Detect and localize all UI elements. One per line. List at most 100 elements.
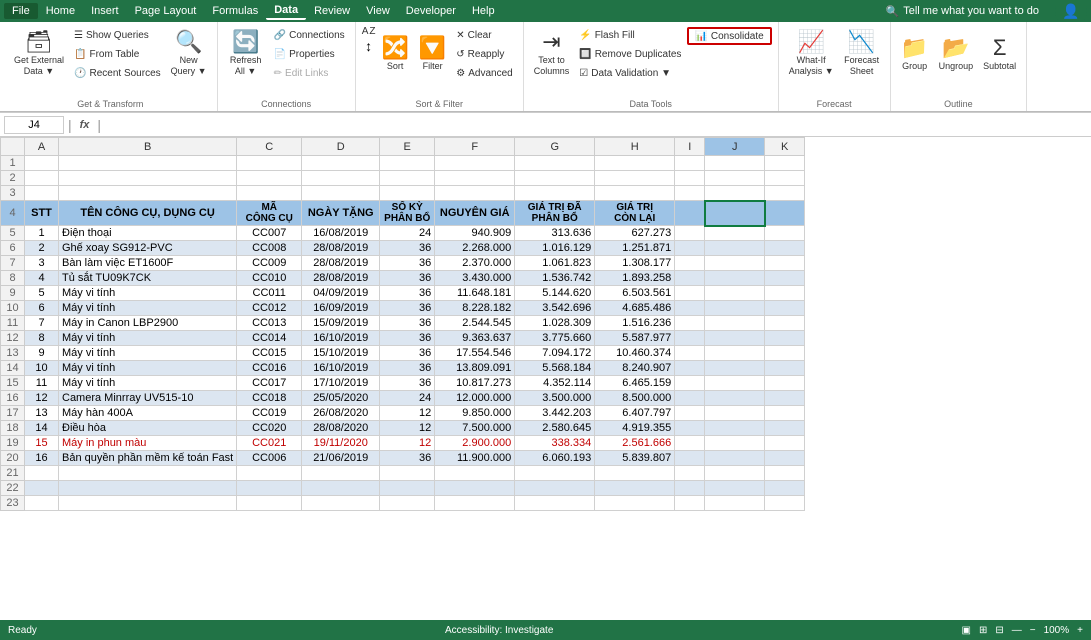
formula-bar: | fx | [0, 113, 1091, 137]
formula-input[interactable] [105, 119, 1087, 131]
table-row: 1612Camera Minrray UV515-10CC01825/05/20… [1, 391, 805, 406]
menu-page-layout[interactable]: Page Layout [127, 3, 205, 19]
col-header-g[interactable]: G [515, 138, 595, 156]
reapply-icon: ↺ [456, 49, 464, 60]
menu-developer[interactable]: Developer [398, 3, 464, 19]
group-button[interactable]: 📁 Group [897, 26, 933, 82]
col-header-b[interactable]: B [59, 138, 237, 156]
status-accessibility: Accessibility: Investigate [445, 625, 553, 636]
subtotal-button[interactable]: Σ Subtotal [979, 26, 1020, 82]
header-gia-tri-da[interactable]: GIÁ TRỊ ĐÃPHÂN BỔ [515, 201, 595, 226]
group-get-transform: 🗃 Get ExternalData ▼ ☰ Show Queries 📋 Fr… [4, 22, 218, 111]
status-ready: Ready [8, 625, 37, 636]
sort-button[interactable]: 🔀 Sort [377, 26, 412, 82]
col-header-a[interactable]: A [25, 138, 59, 156]
menu-formulas[interactable]: Formulas [204, 3, 266, 19]
consolidate-icon: 📊 [695, 31, 707, 42]
new-query-button[interactable]: 🔍 NewQuery ▼ [167, 26, 211, 82]
menu-review[interactable]: Review [306, 3, 358, 19]
sort-icon: 🔀 [381, 37, 408, 59]
group-forecast-label: Forecast [779, 99, 890, 109]
menu-help[interactable]: Help [464, 3, 503, 19]
table-row: 1814Điều hòaCC02028/08/2020127.500.0002.… [1, 421, 805, 436]
col-header-i[interactable]: I [675, 138, 705, 156]
menu-file[interactable]: File [4, 3, 38, 19]
what-if-analysis-button[interactable]: 📈 What-IfAnalysis ▼ [785, 26, 838, 82]
menu-insert[interactable]: Insert [83, 3, 127, 19]
page-layout-icon[interactable]: ⊞ [979, 625, 987, 636]
connections-icon: 🔗 [274, 30, 286, 41]
group-sort-filter: A Z ↕ 🔀 Sort 🔽 Filter ✕ Clear [356, 22, 524, 111]
flash-fill-icon: ⚡ [579, 30, 591, 41]
group-data-tools: ⇥ Text toColumns ⚡ Flash Fill 🔲 Remove D… [524, 22, 779, 111]
status-bar: Ready Accessibility: Investigate ▣ ⊞ ⊟ —… [0, 620, 1091, 640]
table-row: 23 [1, 496, 805, 511]
menu-view[interactable]: View [358, 3, 398, 19]
header-ma[interactable]: MÃCÔNG CỤ [237, 201, 302, 226]
forecast-sheet-button[interactable]: 📉 ForecastSheet [840, 26, 884, 82]
header-nguyen-gia[interactable]: NGUYÊN GIÁ [435, 201, 515, 226]
text-to-columns-button[interactable]: ⇥ Text toColumns [530, 26, 574, 82]
normal-view-icon[interactable]: ▣ [961, 625, 970, 636]
col-header-j[interactable]: J [705, 138, 765, 156]
search-icon: 🔍 [886, 5, 900, 18]
show-queries-button[interactable]: ☰ Show Queries [70, 26, 165, 44]
table-row: 1 [1, 156, 805, 171]
data-validation-button[interactable]: ☑ Data Validation ▼ [575, 64, 685, 82]
table-row: 106Máy vi tínhCC01216/09/2019368.228.182… [1, 301, 805, 316]
group-sort-filter-label: Sort & Filter [356, 99, 523, 109]
properties-button[interactable]: 📄 Properties [270, 45, 349, 63]
flash-fill-button[interactable]: ⚡ Flash Fill [575, 26, 685, 44]
ungroup-icon: 📂 [942, 37, 969, 59]
ungroup-button[interactable]: 📂 Ungroup [935, 26, 978, 82]
ribbon: 🗃 Get ExternalData ▼ ☰ Show Queries 📋 Fr… [0, 22, 1091, 113]
menu-data[interactable]: Data [266, 2, 306, 20]
table-row: 1511Máy vi tínhCC01717/10/20193610.817.2… [1, 376, 805, 391]
zoom-in-icon[interactable]: + [1077, 625, 1083, 636]
recent-sources-icon: 🕐 [74, 68, 86, 79]
advanced-button[interactable]: ⚙ Advanced [452, 64, 516, 82]
remove-duplicates-button[interactable]: 🔲 Remove Duplicates [575, 45, 685, 63]
col-header-h[interactable]: H [595, 138, 675, 156]
edit-links-icon: ✏ [274, 68, 282, 79]
consolidate-button[interactable]: 📊 Consolidate [687, 27, 771, 45]
zoom-out-icon[interactable]: − [1030, 625, 1036, 636]
refresh-all-button[interactable]: 🔄 RefreshAll ▼ [224, 26, 268, 82]
text-to-columns-icon: ⇥ [542, 31, 560, 53]
from-table-button[interactable]: 📋 From Table [70, 45, 165, 63]
group-outline-label: Outline [891, 99, 1027, 109]
group-connections: 🔄 RefreshAll ▼ 🔗 Connections 📄 Propertie… [218, 22, 356, 111]
table-row: 95Máy vi tínhCC01104/09/20193611.648.181… [1, 286, 805, 301]
menu-search[interactable]: 🔍 Tell me what you want to do [878, 3, 1047, 20]
clear-button[interactable]: ✕ Clear [452, 26, 516, 44]
spreadsheet: A B C D E F G H I J K 1 2 [0, 137, 805, 511]
table-row: 117Máy in Canon LBP2900CC01315/09/201936… [1, 316, 805, 331]
menu-home[interactable]: Home [38, 3, 83, 19]
formula-bar-separator2: | [97, 117, 101, 133]
header-name[interactable]: TÊN CÔNG CỤ, DỤNG CỤ [59, 201, 237, 226]
connections-button[interactable]: 🔗 Connections [270, 26, 349, 44]
cell-reference-input[interactable] [4, 116, 64, 134]
header-so-ky[interactable]: SỐ KỲPHÂN BỔ [380, 201, 435, 226]
zoom-level: 100% [1044, 625, 1070, 636]
recent-sources-button[interactable]: 🕐 Recent Sources [70, 64, 165, 82]
sheet-container[interactable]: A B C D E F G H I J K 1 2 [0, 137, 1091, 620]
group-icon: 📁 [901, 37, 928, 59]
group-get-transform-label: Get & Transform [4, 99, 217, 109]
edit-links-button[interactable]: ✏ Edit Links [270, 64, 349, 82]
col-header-d[interactable]: D [302, 138, 380, 156]
group-connections-label: Connections [218, 99, 355, 109]
table-row: 73Bàn làm việc ET1600FCC00928/08/2019362… [1, 256, 805, 271]
get-external-data-button[interactable]: 🗃 Get ExternalData ▼ [10, 26, 68, 82]
filter-button[interactable]: 🔽 Filter [415, 26, 450, 82]
header-stt[interactable]: STT [25, 201, 59, 226]
col-header-k[interactable]: K [765, 138, 805, 156]
header-ngay[interactable]: NGÀY TẶNG [302, 201, 380, 226]
col-header-e[interactable]: E [380, 138, 435, 156]
reapply-button[interactable]: ↺ Reapply [452, 45, 516, 63]
col-header-c[interactable]: C [237, 138, 302, 156]
what-if-icon: 📈 [797, 31, 824, 53]
col-header-f[interactable]: F [435, 138, 515, 156]
page-break-icon[interactable]: ⊟ [995, 625, 1003, 636]
header-gia-tri-con[interactable]: GIÁ TRỊCÒN LẠI [595, 201, 675, 226]
